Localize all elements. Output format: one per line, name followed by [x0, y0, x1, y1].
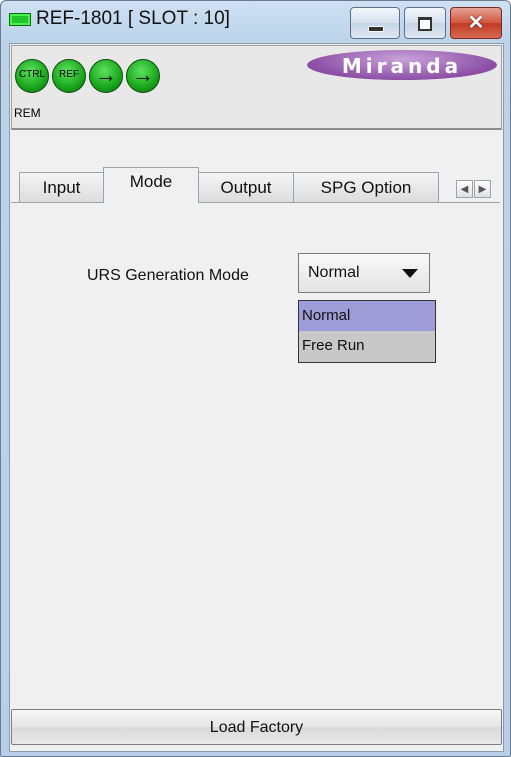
chevron-down-icon	[402, 269, 418, 278]
maximize-icon	[418, 17, 432, 31]
arrow-status-icon[interactable]: →	[89, 59, 123, 93]
title-bar[interactable]: REF-1801 [ SLOT : 10] ✕	[1, 1, 510, 43]
urs-generation-mode-label: URS Generation Mode	[87, 267, 249, 284]
close-icon: ✕	[467, 12, 485, 34]
tab-spg-option[interactable]: SPG Option	[293, 172, 439, 202]
mode-panel: URS Generation Mode Normal Normal Free R…	[11, 202, 500, 750]
brand-logo: Miranda	[307, 50, 497, 80]
chevron-left-icon: ◀	[460, 184, 469, 195]
ctrl-status-icon[interactable]: CTRL	[15, 59, 49, 93]
tab-bar: Input Mode Output SPG Option ◀ ▶	[11, 167, 502, 203]
tab-mode[interactable]: Mode	[103, 167, 199, 203]
tab-scroll-left-button[interactable]: ◀	[456, 180, 473, 198]
load-factory-button[interactable]: Load Factory	[11, 709, 502, 745]
minimize-icon	[368, 26, 384, 32]
maximize-button[interactable]	[404, 7, 446, 39]
minimize-button[interactable]	[350, 7, 400, 39]
window-title: REF-1801 [ SLOT : 10]	[36, 8, 230, 29]
status-header: CTRL REF → → REM Miranda	[11, 45, 502, 130]
tab-output[interactable]: Output	[198, 172, 294, 202]
arrow-status-icon[interactable]: →	[126, 59, 160, 93]
select-value: Normal	[308, 264, 360, 281]
option-free-run[interactable]: Free Run	[299, 331, 435, 361]
status-led-icon	[9, 13, 31, 26]
brand-text: Miranda	[341, 54, 463, 78]
ref-status-icon[interactable]: REF	[52, 59, 86, 93]
client-area: CTRL REF → → REM Miranda Input Mode Outp…	[9, 43, 504, 752]
urs-mode-dropdown-list: Normal Free Run	[298, 300, 436, 363]
urs-generation-mode-select[interactable]: Normal	[298, 253, 430, 293]
ctrl-label: CTRL	[18, 69, 46, 80]
arrow-right-icon: →	[132, 62, 154, 87]
option-normal[interactable]: Normal	[299, 301, 435, 331]
arrow-right-icon: →	[95, 62, 117, 87]
app-window: REF-1801 [ SLOT : 10] ✕ CTRL REF → → REM	[0, 0, 511, 757]
close-button[interactable]: ✕	[450, 7, 502, 39]
tab-scroll-right-button[interactable]: ▶	[474, 180, 491, 198]
tab-input[interactable]: Input	[19, 172, 104, 202]
chevron-right-icon: ▶	[478, 184, 487, 195]
ref-label: REF	[59, 69, 79, 80]
rem-label: REM	[14, 106, 41, 120]
